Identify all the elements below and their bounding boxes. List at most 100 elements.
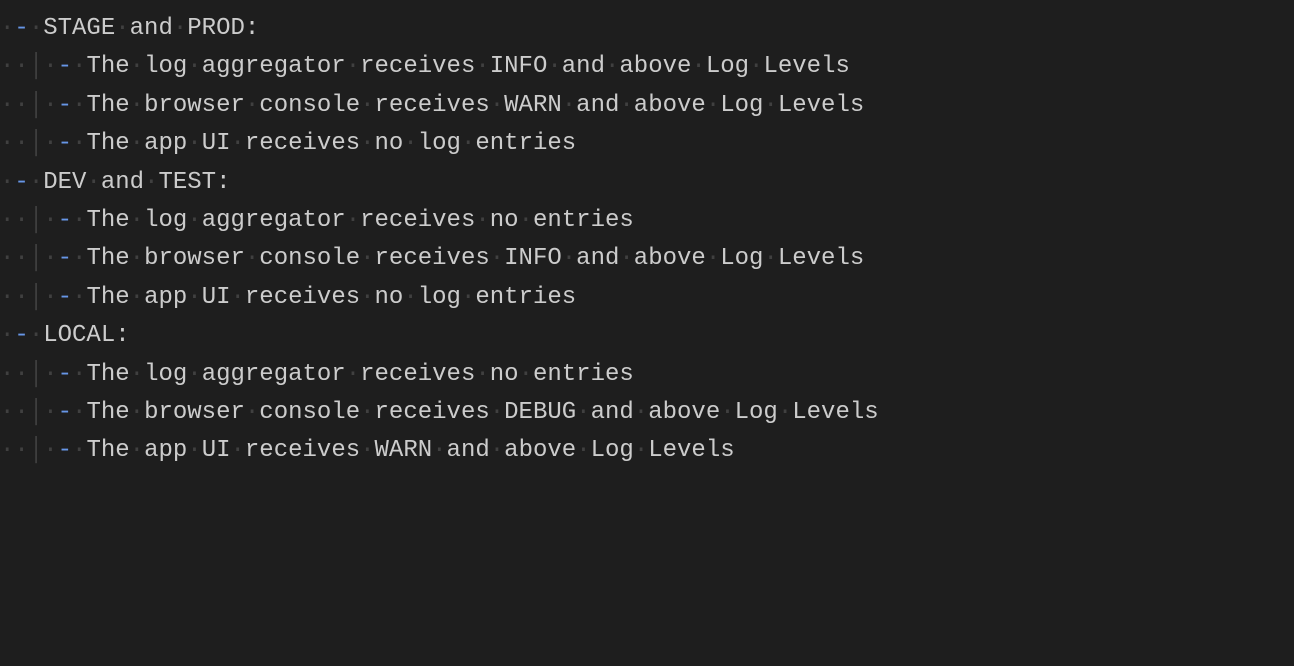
whitespace-dot: · xyxy=(43,356,57,394)
whitespace-dot: · xyxy=(475,48,489,86)
whitespace-dot: · xyxy=(0,48,14,86)
whitespace-dot: · xyxy=(245,87,259,125)
whitespace-dot: · xyxy=(14,202,28,240)
whitespace-dot: · xyxy=(72,48,86,86)
whitespace-dot: · xyxy=(29,317,43,355)
list-header-line[interactable]: ·-·STAGE·and·PROD: xyxy=(0,10,1294,48)
whitespace-dot: · xyxy=(763,87,777,125)
whitespace-dot: · xyxy=(130,125,144,163)
whitespace-dot: · xyxy=(0,432,14,470)
list-item-line[interactable]: ··│·-·The·log·aggregator·receives·no·ent… xyxy=(0,356,1294,394)
item-text: above xyxy=(634,87,706,125)
item-text: receives xyxy=(375,87,490,125)
whitespace-dot: · xyxy=(403,125,417,163)
indent-guide: │ xyxy=(29,87,43,125)
whitespace-dot: · xyxy=(72,125,86,163)
bullet-dash-icon: - xyxy=(58,48,72,86)
item-text: The xyxy=(86,202,129,240)
item-text: receives xyxy=(360,202,475,240)
list-item-line[interactable]: ··│·-·The·app·UI·receives·WARN·and·above… xyxy=(0,432,1294,470)
whitespace-dot: · xyxy=(576,432,590,470)
item-text: receives xyxy=(360,356,475,394)
item-text: app xyxy=(144,432,187,470)
whitespace-dot: · xyxy=(346,48,360,86)
list-item-line[interactable]: ··│·-·The·app·UI·receives·no·log·entries xyxy=(0,125,1294,163)
item-text: entries xyxy=(533,356,634,394)
header-text: TEST: xyxy=(158,164,230,202)
bullet-dash-icon: - xyxy=(58,87,72,125)
whitespace-dot: · xyxy=(29,10,43,48)
whitespace-dot: · xyxy=(231,432,245,470)
whitespace-dot: · xyxy=(14,279,28,317)
item-text: receives xyxy=(360,48,475,86)
whitespace-dot: · xyxy=(605,48,619,86)
list-item-line[interactable]: ··│·-·The·browser·console·receives·WARN·… xyxy=(0,87,1294,125)
whitespace-dot: · xyxy=(547,48,561,86)
item-text: log xyxy=(144,356,187,394)
whitespace-dot: · xyxy=(72,356,86,394)
item-text: UI xyxy=(202,432,231,470)
whitespace-dot: · xyxy=(706,240,720,278)
bullet-dash-icon: - xyxy=(58,125,72,163)
whitespace-dot: · xyxy=(706,87,720,125)
whitespace-dot: · xyxy=(490,240,504,278)
whitespace-dot: · xyxy=(43,279,57,317)
item-text: The xyxy=(86,356,129,394)
whitespace-dot: · xyxy=(562,87,576,125)
item-text: app xyxy=(144,279,187,317)
whitespace-dot: · xyxy=(14,240,28,278)
list-item-line[interactable]: ··│·-·The·log·aggregator·receives·INFO·a… xyxy=(0,48,1294,86)
item-text: and xyxy=(591,394,634,432)
whitespace-dot: · xyxy=(360,87,374,125)
item-text: and xyxy=(576,240,619,278)
item-text: no xyxy=(490,356,519,394)
whitespace-dot: · xyxy=(245,394,259,432)
list-header-line[interactable]: ·-·LOCAL: xyxy=(0,317,1294,355)
whitespace-dot: · xyxy=(245,240,259,278)
item-text: receives xyxy=(245,279,360,317)
list-header-line[interactable]: ·-·DEV·and·TEST: xyxy=(0,164,1294,202)
indent-guide: │ xyxy=(29,432,43,470)
indent-guide: │ xyxy=(29,125,43,163)
whitespace-dot: · xyxy=(173,10,187,48)
list-item-line[interactable]: ··│·-·The·log·aggregator·receives·no·ent… xyxy=(0,202,1294,240)
whitespace-dot: · xyxy=(490,394,504,432)
header-text: STAGE xyxy=(43,10,115,48)
list-item-line[interactable]: ··│·-·The·browser·console·receives·INFO·… xyxy=(0,240,1294,278)
whitespace-dot: · xyxy=(187,279,201,317)
item-text: above xyxy=(648,394,720,432)
item-text: Log xyxy=(706,48,749,86)
header-text: LOCAL: xyxy=(43,317,129,355)
whitespace-dot: · xyxy=(475,356,489,394)
whitespace-dot: · xyxy=(0,317,14,355)
item-text: The xyxy=(86,87,129,125)
whitespace-dot: · xyxy=(72,240,86,278)
list-item-line[interactable]: ··│·-·The·app·UI·receives·no·log·entries xyxy=(0,279,1294,317)
whitespace-dot: · xyxy=(14,432,28,470)
whitespace-dot: · xyxy=(14,87,28,125)
list-item-line[interactable]: ··│·-·The·browser·console·receives·DEBUG… xyxy=(0,394,1294,432)
whitespace-dot: · xyxy=(0,240,14,278)
whitespace-dot: · xyxy=(187,125,201,163)
bullet-dash-icon: - xyxy=(14,10,28,48)
whitespace-dot: · xyxy=(43,202,57,240)
item-text: aggregator xyxy=(202,48,346,86)
item-text: The xyxy=(86,48,129,86)
item-text: The xyxy=(86,394,129,432)
whitespace-dot: · xyxy=(130,394,144,432)
code-editor[interactable]: ·-·STAGE·and·PROD:··│·-·The·log·aggregat… xyxy=(0,10,1294,471)
bullet-dash-icon: - xyxy=(58,202,72,240)
item-text: Levels xyxy=(763,48,849,86)
item-text: entries xyxy=(475,125,576,163)
whitespace-dot: · xyxy=(187,202,201,240)
item-text: WARN xyxy=(375,432,433,470)
item-text: aggregator xyxy=(202,356,346,394)
item-text: console xyxy=(259,394,360,432)
whitespace-dot: · xyxy=(187,432,201,470)
whitespace-dot: · xyxy=(14,356,28,394)
whitespace-dot: · xyxy=(130,48,144,86)
whitespace-dot: · xyxy=(72,394,86,432)
item-text: and xyxy=(576,87,619,125)
whitespace-dot: · xyxy=(475,202,489,240)
item-text: log xyxy=(144,202,187,240)
